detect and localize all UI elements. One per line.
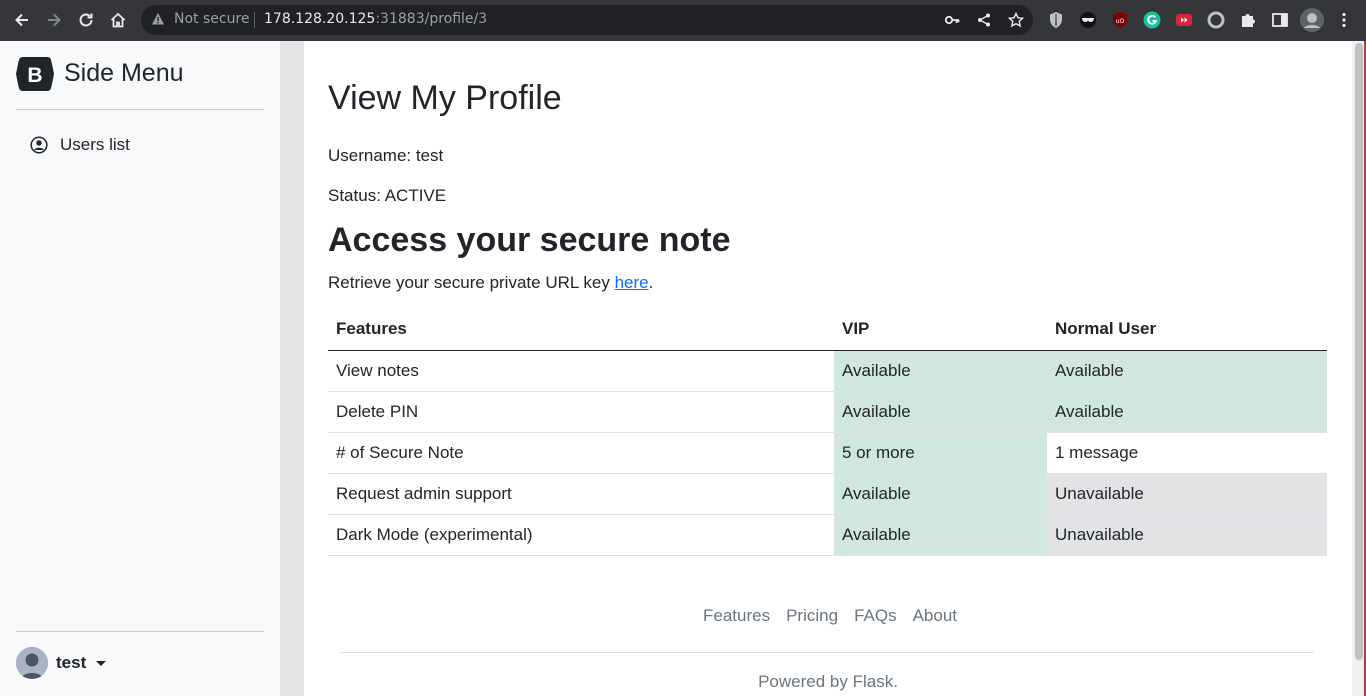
sidebar-divider-bottom	[16, 631, 264, 632]
sidebar-title[interactable]: Side Menu	[64, 59, 184, 88]
extension-shield-icon[interactable]	[1046, 10, 1066, 30]
url-text[interactable]: 178.128.20.125:31883/profile/3	[264, 11, 487, 27]
main-content: View My Profile Username: test Status: A…	[304, 41, 1352, 696]
table-row: Delete PIN Available Available	[328, 391, 1327, 433]
caret-down-icon	[96, 660, 107, 666]
reload-icon	[79, 13, 93, 27]
layout-gutter	[280, 41, 304, 696]
bookmark-star-icon[interactable]	[1007, 11, 1025, 29]
normal-user-cell: Unavailable	[1047, 473, 1327, 515]
vip-cell: Available	[834, 391, 1047, 433]
password-key-icon[interactable]	[943, 11, 961, 29]
feature-cell: Delete PIN	[328, 391, 834, 433]
normal-user-cell: Available	[1047, 391, 1327, 433]
secure-note-heading: Access your secure note	[328, 221, 731, 259]
sidebar-divider	[16, 109, 264, 110]
status-text: Status: ACTIVE	[328, 186, 447, 205]
brand-letter: B	[27, 64, 42, 87]
avatar	[16, 647, 48, 679]
url-host: 178.128.20.125	[264, 11, 376, 27]
header-vip: VIP	[834, 309, 1047, 351]
extension-circle-icon[interactable]	[1206, 10, 1226, 30]
address-separator	[254, 12, 255, 28]
extension-red-play-icon[interactable]	[1174, 10, 1194, 30]
reload-button[interactable]	[74, 8, 98, 32]
normal-user-cell: Unavailable	[1047, 514, 1327, 556]
features-table: Features VIP Normal User View notes Avai…	[328, 309, 1327, 556]
table-row: # of Secure Note 5 or more 1 message	[328, 432, 1327, 474]
svg-text:uO: uO	[1116, 18, 1125, 25]
security-label[interactable]: Not secure	[174, 11, 250, 27]
feature-cell: # of Secure Note	[328, 432, 834, 474]
retrieve-suffix: .	[648, 273, 654, 292]
retrieve-text: Retrieve your secure private URL key her…	[328, 273, 653, 293]
feature-cell: View notes	[328, 350, 834, 392]
footer-nav: Features Pricing FAQs About	[703, 606, 957, 626]
retrieve-key-link[interactable]: here	[615, 273, 649, 292]
vip-cell: Available	[834, 473, 1047, 515]
address-bar[interactable]: Not secure 178.128.20.125:31883/profile/…	[141, 5, 1033, 35]
sidebar-item-label: Users list	[60, 135, 130, 154]
back-button[interactable]	[10, 8, 34, 32]
user-name: test	[56, 653, 87, 672]
table-row: View notes Available Available	[328, 350, 1327, 392]
vip-cell: 5 or more	[834, 432, 1047, 474]
forward-arrow-icon	[48, 13, 61, 27]
header-features: Features	[328, 309, 834, 351]
browser-menu-icon[interactable]	[1334, 10, 1354, 30]
retrieve-prefix: Retrieve your secure private URL key	[328, 273, 615, 292]
warning-icon	[152, 13, 164, 25]
sidebar: B Side Menu Users list test	[0, 41, 280, 696]
extensions-puzzle-icon[interactable]	[1238, 10, 1258, 30]
feature-cell: Dark Mode (experimental)	[328, 514, 834, 556]
footer-link-faqs[interactable]: FAQs	[854, 606, 897, 626]
side-panel-icon[interactable]	[1270, 10, 1290, 30]
user-circle-icon	[30, 136, 48, 154]
forward-button[interactable]	[42, 8, 66, 32]
sidebar-item-users-list[interactable]: Users list	[30, 135, 130, 155]
footer-link-pricing[interactable]: Pricing	[786, 606, 838, 626]
footer-link-about[interactable]: About	[913, 606, 957, 626]
browser-toolbar: Not secure 178.128.20.125:31883/profile/…	[0, 0, 1366, 41]
header-normal-user: Normal User	[1047, 309, 1327, 351]
normal-user-cell: Available	[1047, 350, 1327, 392]
extension-mask-icon[interactable]	[1078, 10, 1098, 30]
ublock-origin-icon[interactable]: uO	[1110, 10, 1130, 30]
back-arrow-icon	[15, 13, 28, 27]
table-header-row: Features VIP Normal User	[328, 309, 1327, 351]
home-icon	[110, 12, 126, 28]
scrollbar-thumb[interactable]	[1355, 43, 1363, 660]
table-row: Request admin support Available Unavaila…	[328, 473, 1327, 515]
user-dropdown[interactable]: test	[16, 647, 107, 679]
feature-cell: Request admin support	[328, 473, 834, 515]
grammarly-icon[interactable]	[1142, 10, 1162, 30]
footer-divider	[340, 652, 1314, 653]
url-path: :31883/profile/3	[375, 11, 488, 27]
footer-text: Powered by Flask.	[758, 672, 898, 691]
vip-cell: Available	[834, 350, 1047, 392]
footer-link-features[interactable]: Features	[703, 606, 770, 626]
table-row: Dark Mode (experimental) Available Unava…	[328, 514, 1327, 556]
home-button[interactable]	[106, 8, 130, 32]
share-icon[interactable]	[975, 11, 993, 29]
vip-cell: Available	[834, 514, 1047, 556]
page-title: View My Profile	[328, 79, 562, 117]
normal-user-cell: 1 message	[1047, 432, 1327, 474]
profile-avatar[interactable]	[1300, 8, 1324, 32]
username-text: Username: test	[328, 146, 444, 165]
bootstrap-logo-icon[interactable]: B	[16, 57, 54, 91]
